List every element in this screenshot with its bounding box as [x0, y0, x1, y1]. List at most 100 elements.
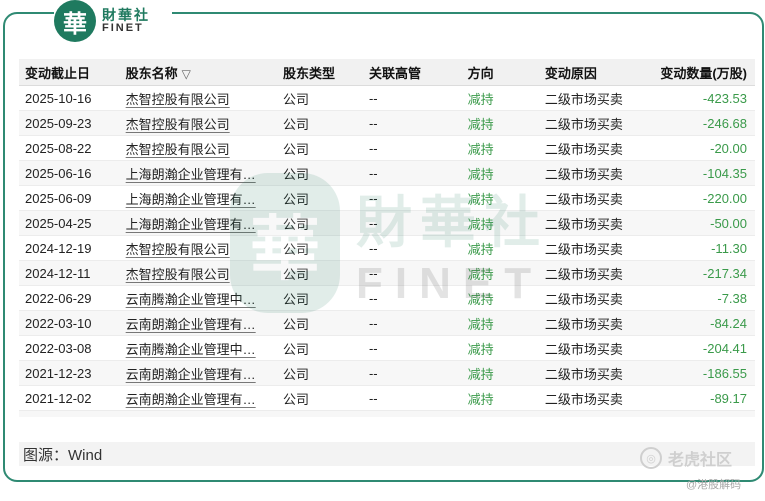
- holder-link[interactable]: 云南腾瀚企业管理中…: [126, 292, 256, 307]
- cell-direction: 减持: [467, 366, 494, 382]
- cell-date: 2025-06-09: [25, 190, 92, 206]
- cell-date: 2021-12-02: [25, 390, 92, 406]
- cell-type: 公司: [282, 391, 309, 407]
- cell-reason: 二级市场买卖: [544, 366, 623, 382]
- cell-direction: 减持: [467, 141, 494, 157]
- cell-holder[interactable]: 杰智控股有限公司: [122, 239, 279, 258]
- holder-link[interactable]: 杰智控股有限公司: [126, 117, 230, 132]
- holder-link[interactable]: 杰智控股有限公司: [126, 267, 230, 282]
- holder-link[interactable]: 上海朗瀚企业管理有…: [126, 167, 256, 182]
- cell-quantity: -11.30: [711, 240, 747, 256]
- table-row: 2022-03-08 云南腾瀚企业管理中… 公司 -- 减持 二级市场买卖 -204.41: [19, 336, 755, 361]
- filter-icon[interactable]: ▽: [182, 67, 191, 81]
- table-row: 2021-12-02 云南朗瀚企业管理有… 公司 -- 减持 二级市场买卖 -89.17: [19, 386, 755, 411]
- cell-holder[interactable]: 云南朗瀚企业管理有…: [122, 414, 279, 418]
- cell-type: 公司: [282, 91, 309, 107]
- cell-quantity: -220.00: [702, 190, 747, 206]
- cell-quantity: -217.34: [702, 265, 747, 281]
- cell-holder[interactable]: 杰智控股有限公司: [122, 264, 279, 283]
- table-header: 变动截止日 股东名称 ▽ 股东类型 关联高管 方向 变动原因 变动数量(万股): [19, 59, 755, 86]
- card-frame: 变动截止日 股东名称 ▽ 股东类型 关联高管 方向 变动原因 变动数量(万股) 2…: [3, 12, 764, 482]
- tiger-brand: 老虎社区: [668, 452, 733, 469]
- cell-holder[interactable]: 杰智控股有限公司: [122, 89, 279, 108]
- cell-type: 公司: [282, 216, 309, 232]
- cell-direction: 减持: [467, 191, 494, 207]
- holder-link[interactable]: 云南腾瀚企业管理中…: [126, 342, 256, 357]
- cell-holder[interactable]: 上海朗瀚企业管理有…: [122, 164, 279, 183]
- cell-executive: --: [365, 416, 464, 418]
- cell-holder[interactable]: 云南腾瀚企业管理中…: [122, 289, 279, 308]
- table-row: 2024-12-19 杰智控股有限公司 公司 -- 减持 二级市场买卖 -11.30: [19, 236, 755, 261]
- cell-holder[interactable]: 云南朗瀚企业管理有…: [122, 389, 279, 408]
- cell-executive: --: [368, 340, 378, 356]
- cell-date: 2025-04-25: [25, 215, 92, 231]
- cell-date: 2022-03-08: [25, 340, 92, 356]
- holder-link[interactable]: 云南朗瀚企业管理有…: [126, 317, 256, 332]
- holder-link[interactable]: 上海朗瀚企业管理有…: [126, 192, 256, 207]
- cell-holder[interactable]: 上海朗瀚企业管理有…: [122, 189, 279, 208]
- cell-type: 公司: [282, 141, 309, 157]
- holder-link[interactable]: 上海朗瀚企业管理有…: [126, 217, 256, 232]
- cell-type: 公司: [282, 341, 309, 357]
- header-date: 变动截止日: [25, 65, 91, 81]
- holder-link[interactable]: 云南朗瀚企业管理有…: [126, 417, 256, 418]
- cell-reason: 二级市场买卖: [544, 216, 623, 232]
- cell-direction: 减持: [467, 316, 494, 332]
- cell-reason: 二级市场买卖: [541, 414, 652, 418]
- cell-direction: 减持: [467, 291, 494, 307]
- cell-quantity: -84.24: [710, 315, 747, 331]
- holder-link[interactable]: 云南朗瀚企业管理有…: [126, 392, 256, 407]
- cell-date: 2022-03-10: [25, 315, 92, 331]
- cell-holder[interactable]: 云南腾瀚企业管理中…: [122, 339, 279, 358]
- table-row: 2022-06-29 云南腾瀚企业管理中… 公司 -- 减持 二级市场买卖 -7.38: [19, 286, 755, 311]
- cell-date: 2025-09-23: [25, 115, 92, 131]
- cell-quantity: -423.53: [702, 90, 747, 106]
- holder-link[interactable]: 杰智控股有限公司: [126, 142, 230, 157]
- cell-executive: --: [368, 90, 378, 106]
- header-type: 股东类型: [282, 65, 335, 81]
- cell-holder[interactable]: 云南朗瀚企业管理有…: [122, 364, 279, 383]
- cell-executive: --: [368, 265, 378, 281]
- table-row: 2025-06-09 上海朗瀚企业管理有… 公司 -- 减持 二级市场买卖 -220.00: [19, 186, 755, 211]
- cell-direction: 减持: [467, 241, 494, 257]
- cell-date: 2021-12-23: [25, 365, 92, 381]
- cell-reason: 二级市场买卖: [544, 91, 623, 107]
- cell-date: 2025-06-16: [25, 165, 92, 181]
- cell-holder[interactable]: 云南朗瀚企业管理有…: [122, 314, 279, 333]
- cell-executive: --: [368, 165, 378, 181]
- header-executive: 关联高管: [368, 65, 421, 81]
- holder-link[interactable]: 云南朗瀚企业管理有…: [126, 367, 256, 382]
- cell-reason: 二级市场买卖: [544, 316, 623, 332]
- cell-reason: 二级市场买卖: [544, 391, 623, 407]
- cell-quantity: -50.00: [710, 215, 747, 231]
- cell-reason: 二级市场买卖: [544, 166, 623, 182]
- cell-direction: 减持: [467, 116, 494, 132]
- holder-link[interactable]: 杰智控股有限公司: [126, 92, 230, 107]
- cell-holder[interactable]: 杰智控股有限公司: [122, 139, 279, 158]
- cell-date: 2024-12-11: [25, 265, 91, 281]
- cell-holder[interactable]: 杰智控股有限公司: [122, 114, 279, 133]
- finet-logo: 華 財華社 FINET: [54, 0, 172, 42]
- table-row: 2024-12-11 杰智控股有限公司 公司 -- 减持 二级市场买卖 -217.34: [19, 261, 755, 286]
- cell-type: 公司: [279, 414, 365, 418]
- header-reason: 变动原因: [544, 65, 597, 81]
- cell-type: 公司: [282, 241, 309, 257]
- cell-reason: 二级市场买卖: [544, 141, 623, 157]
- cell-type: 公司: [282, 366, 309, 382]
- cell-executive: --: [368, 315, 378, 331]
- cell-executive: --: [368, 365, 378, 381]
- table-body: 2025-10-16 杰智控股有限公司 公司 -- 减持 二级市场买卖 -423.53 202…: [19, 86, 755, 417]
- cell-quantity: -186.55: [702, 365, 747, 381]
- holder-link[interactable]: 杰智控股有限公司: [126, 242, 230, 257]
- cell-reason: 二级市场买卖: [544, 291, 623, 307]
- cell-date: 2022-06-29: [25, 290, 92, 306]
- cell-quantity: -89.17: [710, 390, 747, 406]
- cell-type: 公司: [282, 191, 309, 207]
- cell-direction: 减持: [467, 391, 494, 407]
- cell-direction: 减持: [467, 91, 494, 107]
- cell-holder[interactable]: 上海朗瀚企业管理有…: [122, 214, 279, 233]
- logo-en-text: FINET: [102, 21, 144, 34]
- header-holder[interactable]: 股东名称 ▽: [122, 63, 279, 82]
- cell-executive: --: [368, 240, 378, 256]
- cell-quantity: -204.41: [702, 340, 747, 356]
